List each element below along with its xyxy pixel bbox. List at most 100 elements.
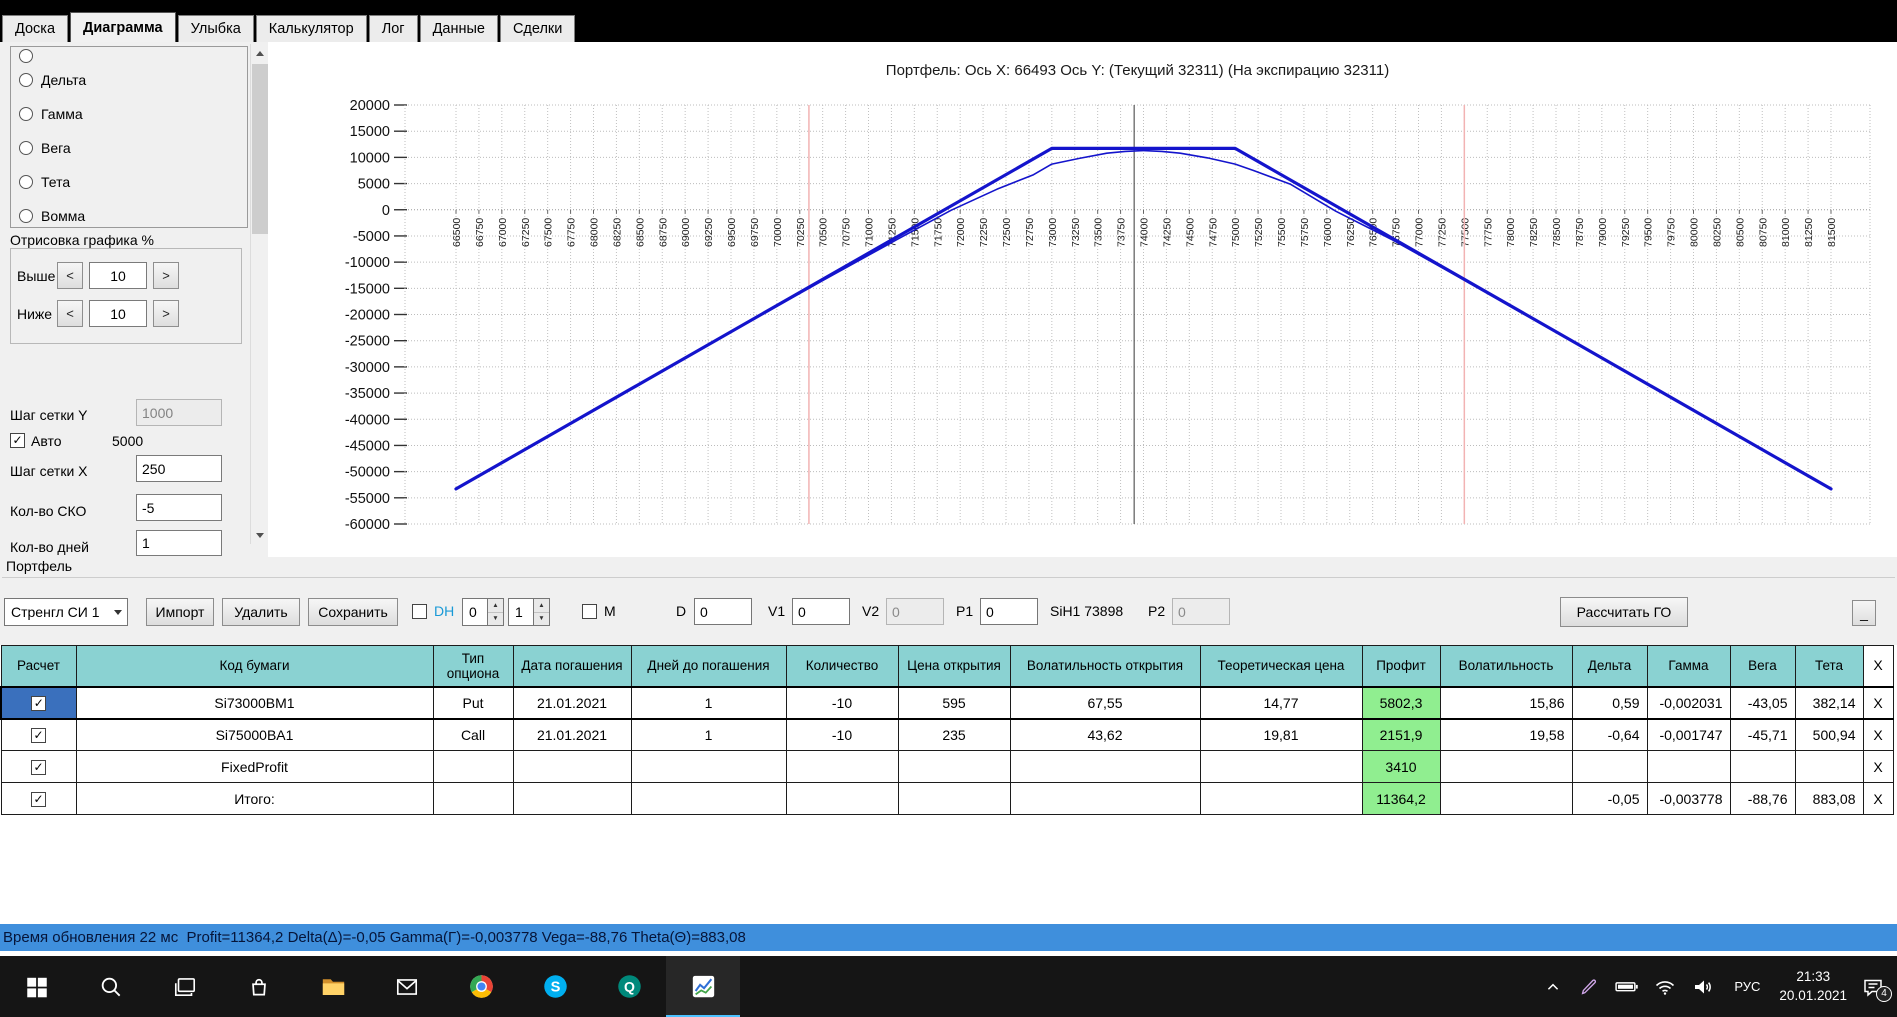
tray-battery-icon[interactable]	[1614, 974, 1639, 999]
param-v1-input[interactable]: 0	[792, 598, 850, 625]
tab-trades[interactable]: Сделки	[499, 15, 576, 42]
taskbar-clock[interactable]: 21:33 20.01.2021	[1779, 968, 1847, 1004]
taskbar-icon-chrome[interactable]	[444, 956, 518, 1017]
tab-diagram[interactable]: Диаграмма	[70, 12, 176, 42]
column-header-4[interactable]: Дней до погашения	[630, 645, 787, 687]
column-header-2[interactable]: Тип опциона	[432, 645, 514, 687]
above-value-input[interactable]: 10	[89, 262, 147, 289]
svg-text:71000: 71000	[864, 218, 876, 247]
param-p1-input[interactable]: 0	[980, 598, 1038, 625]
svg-text:-40000: -40000	[345, 412, 390, 428]
scroll-thumb[interactable]	[252, 64, 268, 234]
svg-text:10000: 10000	[350, 150, 390, 166]
language-indicator[interactable]: РУС	[1729, 979, 1765, 994]
tray-wifi-icon[interactable]	[1653, 975, 1677, 999]
scroll-down-button[interactable]	[251, 526, 269, 544]
delete-row-button[interactable]: X	[1862, 685, 1894, 720]
column-header-14[interactable]: Тета	[1794, 645, 1864, 687]
tab-board[interactable]: Доска	[2, 15, 69, 42]
column-header-1[interactable]: Код бумаги	[75, 645, 434, 687]
column-header-15[interactable]: X	[1862, 645, 1894, 687]
spin-down-icon[interactable]: ▼	[534, 613, 549, 626]
taskbar-icon-store[interactable]	[222, 956, 296, 1017]
cell: -0,001747	[1646, 718, 1731, 751]
greek-radio-vomma[interactable]: Вомма	[19, 207, 85, 225]
dh-spinner-2[interactable]: 1 ▲ ▼	[508, 598, 550, 626]
row-select-checkbox[interactable]	[0, 685, 77, 720]
taskbar-icon-task-view[interactable]	[148, 956, 222, 1017]
greek-radio-gamma[interactable]: Гамма	[19, 105, 83, 123]
tab-calculator[interactable]: Калькулятор	[255, 15, 367, 42]
days-input[interactable]: 1	[136, 530, 222, 556]
dh-checkbox[interactable]	[412, 604, 427, 619]
column-header-6[interactable]: Цена открытия	[897, 645, 1011, 687]
cell	[1009, 750, 1201, 783]
delete-button[interactable]: Удалить	[222, 598, 300, 626]
column-header-5[interactable]: Количество	[785, 645, 899, 687]
taskbar-icon-chart-app[interactable]	[666, 956, 740, 1017]
tray-pen-icon[interactable]	[1578, 976, 1600, 998]
grid-step-x-input[interactable]: 250	[136, 455, 222, 482]
above-increase-button[interactable]: >	[153, 262, 179, 289]
taskbar-icon-search[interactable]	[74, 956, 148, 1017]
m-checkbox[interactable]	[582, 604, 597, 619]
svg-text:-60000: -60000	[345, 517, 390, 533]
column-header-13[interactable]: Вега	[1729, 645, 1796, 687]
greek-radio-label: Дельта	[41, 72, 87, 88]
save-button[interactable]: Сохранить	[308, 598, 398, 626]
taskbar-icon-skype[interactable]: S	[518, 956, 592, 1017]
collapse-button[interactable]: _	[1852, 600, 1876, 626]
taskbar-icon-quik[interactable]: Q	[592, 956, 666, 1017]
greek-radio-partial[interactable]	[19, 47, 33, 65]
row-select-checkbox[interactable]	[0, 782, 77, 815]
calc-go-button[interactable]: Рассчитать ГО	[1560, 597, 1688, 627]
below-decrease-button[interactable]: <	[57, 300, 83, 327]
svg-text:78500: 78500	[1551, 218, 1563, 247]
tray-chevron-up-icon[interactable]	[1542, 976, 1564, 998]
delete-row-button[interactable]: X	[1862, 750, 1894, 783]
cell: 500,94	[1794, 718, 1864, 751]
below-increase-button[interactable]: >	[153, 300, 179, 327]
row-select-checkbox[interactable]	[0, 718, 77, 751]
taskbar-icon-start[interactable]	[0, 956, 74, 1017]
delete-row-button[interactable]: X	[1862, 782, 1894, 815]
column-header-8[interactable]: Теоретическая цена	[1199, 645, 1363, 687]
radio-icon	[19, 175, 33, 189]
column-header-0[interactable]: Расчет	[0, 645, 77, 687]
tab-smile[interactable]: Улыбка	[177, 15, 254, 42]
param-d-input[interactable]: 0	[694, 598, 752, 625]
panel-scrollbar[interactable]	[250, 44, 269, 544]
tray-volume-icon[interactable]	[1691, 975, 1715, 999]
delete-row-button[interactable]: X	[1862, 718, 1894, 751]
column-header-12[interactable]: Гамма	[1646, 645, 1731, 687]
taskbar-icon-file-explorer[interactable]	[296, 956, 370, 1017]
spin-up-icon[interactable]: ▲	[534, 599, 549, 613]
column-header-11[interactable]: Дельта	[1571, 645, 1648, 687]
marker-lines	[808, 105, 1466, 524]
below-value-input[interactable]: 10	[89, 300, 147, 327]
dh-spinner-1[interactable]: 0 ▲ ▼	[462, 598, 504, 626]
import-button[interactable]: Импорт	[146, 598, 214, 626]
scroll-up-button[interactable]	[251, 44, 269, 62]
taskbar-icon-mail[interactable]	[370, 956, 444, 1017]
svg-text:74250: 74250	[1161, 218, 1173, 247]
greek-radio-theta[interactable]: Тета	[19, 173, 70, 191]
auto-checkbox[interactable]	[10, 433, 25, 448]
svg-text:75000: 75000	[1230, 218, 1242, 247]
tab-data[interactable]: Данные	[419, 15, 498, 42]
greek-radio-delta[interactable]: Дельта	[19, 71, 86, 89]
row-select-checkbox[interactable]	[0, 750, 77, 783]
column-header-10[interactable]: Волатильность	[1439, 645, 1573, 687]
sko-input[interactable]: -5	[136, 494, 222, 521]
column-header-3[interactable]: Дата погашения	[512, 645, 632, 687]
spin-up-icon[interactable]: ▲	[488, 599, 503, 613]
spin-down-icon[interactable]: ▼	[488, 613, 503, 626]
strategy-select[interactable]: Стренгл СИ 1	[4, 598, 128, 626]
column-header-9[interactable]: Профит	[1361, 645, 1441, 687]
above-decrease-button[interactable]: <	[57, 262, 83, 289]
column-header-7[interactable]: Волатильность открытия	[1009, 645, 1201, 687]
greek-radio-vega[interactable]: Вега	[19, 139, 71, 157]
svg-text:70750: 70750	[841, 218, 853, 247]
tray-action-center-icon[interactable]: 4	[1861, 975, 1892, 1002]
tab-log[interactable]: Лог	[368, 15, 418, 42]
